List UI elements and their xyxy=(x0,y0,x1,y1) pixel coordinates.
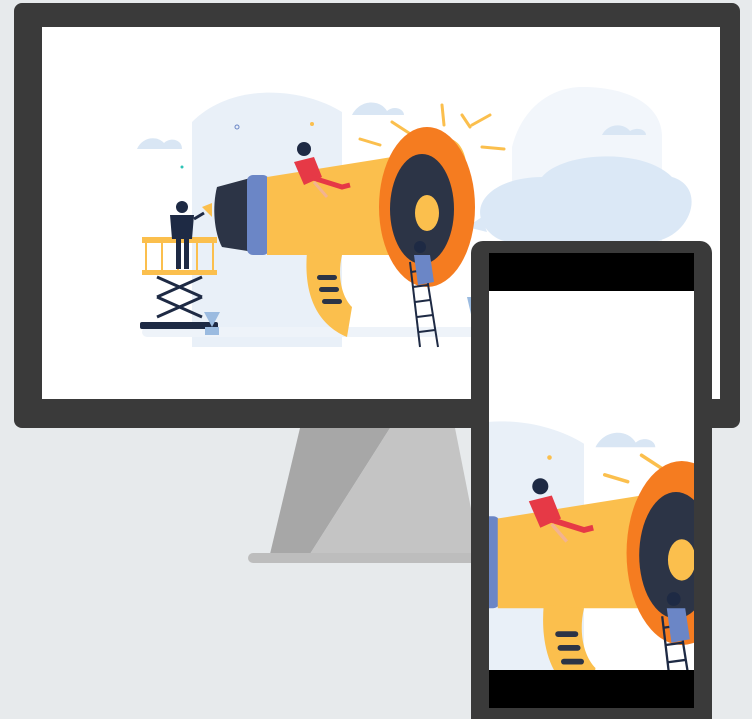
mobile-phone xyxy=(471,241,712,719)
phone-screen xyxy=(489,291,694,670)
megaphone-illustration-mobile xyxy=(489,291,694,670)
monitor-stand-base xyxy=(248,553,488,563)
phone-bottom-bezel xyxy=(489,670,694,708)
phone-top-bezel xyxy=(489,253,694,291)
monitor-stand-icon xyxy=(270,428,480,554)
